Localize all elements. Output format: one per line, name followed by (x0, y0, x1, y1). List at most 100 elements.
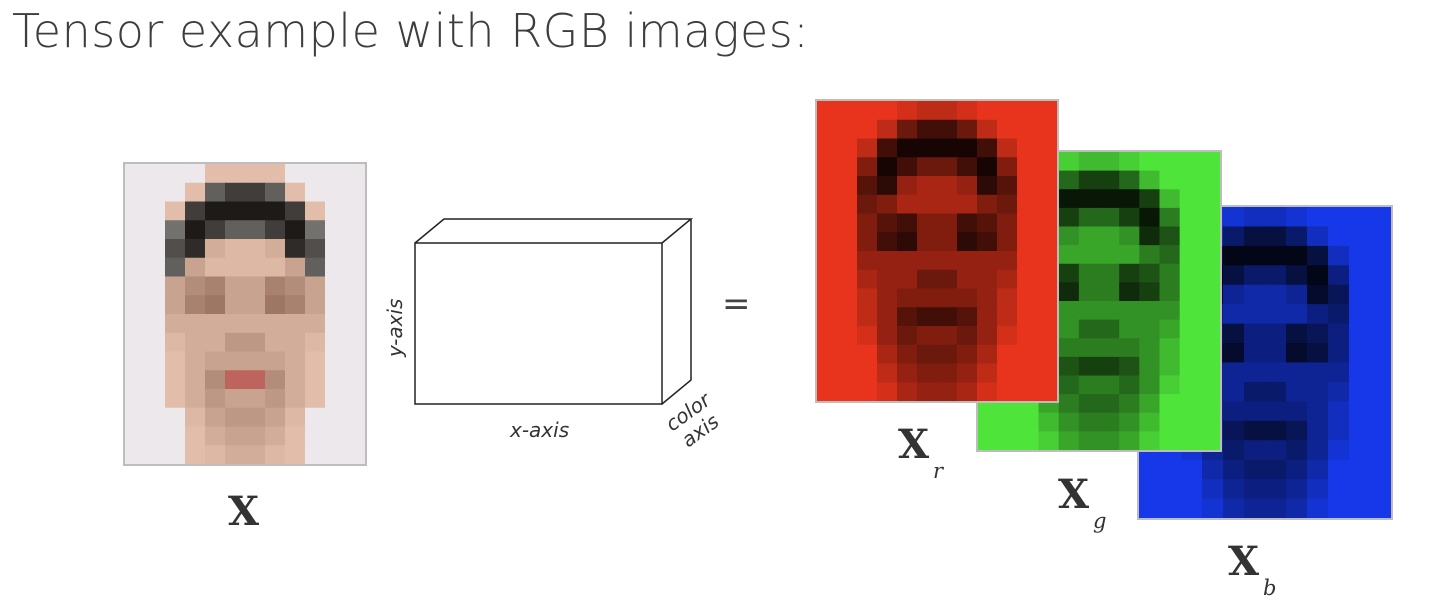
pixel-cell (817, 232, 838, 252)
pixel-cell (145, 220, 166, 240)
pixel-cell (957, 269, 978, 290)
pixel-cell (837, 232, 858, 252)
pixel-cell (1244, 440, 1266, 461)
pixel-cell (1286, 343, 1308, 364)
pixel-cell (1307, 381, 1329, 402)
pixel-cell (1119, 375, 1140, 395)
pixel-cell (857, 326, 878, 346)
pixel-cell (1078, 301, 1100, 321)
pixel-cell (345, 295, 365, 315)
pixel-cell (957, 232, 978, 252)
pixel-cell (977, 326, 998, 346)
pixel-cell (265, 257, 286, 278)
pixel-cell (897, 232, 918, 252)
tensor-box-side (661, 219, 692, 405)
pixel-cell (145, 257, 166, 278)
pixel-cell (1099, 226, 1120, 246)
label-x-b: Xb (1228, 538, 1277, 601)
pixel-cell (305, 370, 326, 390)
pixel-cell (265, 239, 286, 259)
pixel-cell (997, 194, 1018, 215)
pixel-cell (1179, 338, 1201, 358)
pixel-cell (877, 176, 898, 196)
pixel-cell (1349, 226, 1371, 247)
pixel-cell (1349, 381, 1371, 402)
pixel-cell (997, 232, 1018, 252)
pixel-cell (185, 295, 206, 315)
pixel-cell (265, 220, 286, 240)
pixel-cell (977, 213, 998, 233)
pixel-cell (165, 257, 186, 278)
pixel-cell (1199, 356, 1220, 377)
pixel-cell (145, 276, 166, 296)
pixel-cell (345, 239, 365, 259)
pixel-cell (1078, 263, 1100, 283)
pixel-cell (1078, 282, 1100, 302)
pixel-cell (857, 119, 878, 140)
pixel-cell (817, 138, 838, 158)
pixel-cell (225, 426, 246, 446)
pixel-cell (1037, 213, 1057, 233)
pixel-cell (345, 276, 365, 296)
pixel-cell (1139, 263, 1161, 283)
pixel-cell (1119, 319, 1140, 339)
pixel-cell (817, 269, 838, 290)
pixel-cell (1078, 356, 1100, 377)
pixel-cell (1058, 394, 1080, 414)
pixel-cell (325, 445, 346, 464)
pixel-cell (1058, 375, 1080, 395)
pixel-cell (165, 220, 186, 240)
pixel-cell (1179, 431, 1201, 450)
pixel-cell (1286, 362, 1308, 383)
pixel-cell (1139, 301, 1161, 321)
pixel-cell (1286, 323, 1308, 344)
pixel-cell (1160, 459, 1182, 480)
pixel-cell (1328, 381, 1350, 402)
pixel-cell (1058, 282, 1080, 302)
pixel-cell (1078, 152, 1100, 172)
pixel-cell (917, 101, 938, 121)
tensor-box-top (414, 218, 694, 244)
pixel-cell (937, 326, 958, 346)
pixel-cell (1058, 170, 1080, 190)
pixel-cell (185, 276, 206, 296)
pixel-cell (897, 307, 918, 327)
pixel-cell (1307, 362, 1329, 383)
pixel-cell (165, 201, 186, 221)
pixel-cell (997, 157, 1018, 177)
pixel-cell (1199, 263, 1220, 283)
pixel-cell (1179, 394, 1201, 414)
pixel-cell (1244, 207, 1266, 228)
pixel-cell (345, 389, 365, 409)
pixel-cell (1244, 498, 1266, 518)
pixel-cell (1370, 362, 1391, 383)
pixel-cell (305, 276, 326, 296)
pixel-cell (1223, 226, 1245, 247)
pixel-cell (125, 314, 146, 334)
pixel-cell (1244, 284, 1266, 305)
pixel-cell (145, 370, 166, 390)
pixel-cell (1179, 282, 1201, 302)
pixel-cell (937, 269, 958, 290)
pixel-cell (205, 220, 226, 240)
pixel-cell (225, 276, 246, 296)
pixel-cell (1370, 440, 1391, 461)
pixel-cell (325, 295, 346, 315)
pixel-cell (837, 101, 858, 121)
pixel-cell (857, 363, 878, 383)
pixel-cell (1099, 356, 1120, 377)
pixel-cell (917, 194, 938, 215)
pixel-cell (125, 332, 146, 353)
pixel-cell (265, 445, 286, 464)
pixel-cell (1244, 265, 1266, 286)
pixel-cell (1119, 282, 1140, 302)
pixel-cell (1017, 382, 1038, 401)
pixel-cell (325, 389, 346, 409)
pixel-cell (265, 407, 286, 428)
pixel-cell (957, 363, 978, 383)
pixel-cell (145, 201, 166, 221)
pixel-cell (917, 269, 938, 290)
pixel-cell (1017, 213, 1038, 233)
pixel-cell (205, 332, 226, 353)
pixel-cell (837, 326, 858, 346)
